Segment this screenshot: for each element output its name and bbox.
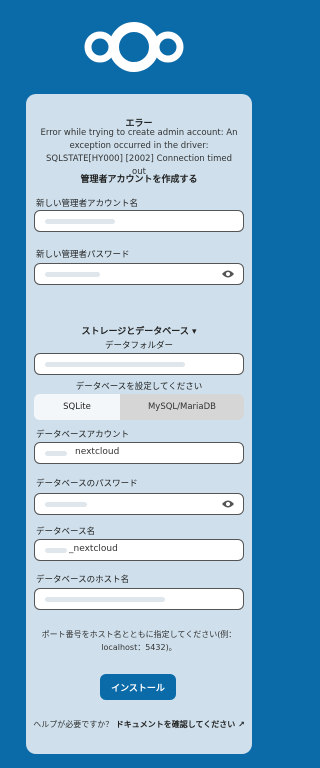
redacted-value: [45, 451, 67, 456]
db-account-input[interactable]: nextcloud: [34, 442, 244, 464]
redacted-value: [45, 597, 165, 602]
db-name-input[interactable]: _nextcloud: [34, 539, 244, 561]
help-line: ヘルプが必要ですか？ ドキュメントを確認してください ↗: [26, 719, 252, 730]
db-account-label: データベースアカウント: [36, 430, 130, 440]
admin-section-title: 管理者アカウントを作成する: [80, 175, 198, 185]
admin-password-label: 新しい管理者パスワード: [36, 250, 130, 260]
storage-section-toggle[interactable]: ストレージとデータベース ▾: [26, 324, 252, 337]
db-name-label: データベース名: [36, 527, 96, 537]
db-option-sqlite[interactable]: SQLite: [34, 394, 120, 420]
db-password-label: データベースのパスワード: [36, 479, 138, 489]
admin-username-input[interactable]: [34, 210, 244, 232]
nextcloud-logo: [84, 22, 184, 72]
data-folder-label: データフォルダー: [104, 341, 173, 351]
db-password-input[interactable]: [34, 493, 244, 515]
db-host-label: データベースのホスト名: [36, 575, 130, 585]
admin-password-input[interactable]: [34, 263, 244, 285]
redacted-value: [45, 548, 67, 553]
setup-card: エラー Error while trying to create admin a…: [26, 94, 252, 754]
redacted-value: [45, 272, 100, 277]
db-config-label: データベースを設定してください: [75, 382, 203, 392]
redacted-value: [45, 219, 115, 224]
db-host-input[interactable]: [34, 588, 244, 610]
docs-link[interactable]: ドキュメントを確認してください ↗: [116, 720, 245, 729]
db-name-value: _nextcloud: [69, 544, 118, 554]
db-type-selector: SQLite MySQL/MariaDB: [34, 394, 244, 420]
help-question: ヘルプが必要ですか？: [33, 720, 114, 729]
admin-username-label: 新しい管理者アカウント名: [36, 199, 139, 209]
show-password-icon[interactable]: [221, 499, 235, 509]
install-button[interactable]: インストール: [100, 674, 176, 700]
db-option-mysql[interactable]: MySQL/MariaDB: [120, 394, 244, 420]
redacted-value: [45, 362, 185, 367]
port-hint: ポート番号をホスト名とともに指定してください(例：localhost：5432)…: [41, 630, 237, 652]
redacted-value: [45, 502, 87, 507]
db-account-value: nextcloud: [75, 447, 120, 457]
data-folder-input[interactable]: [34, 353, 244, 375]
show-password-icon[interactable]: [221, 269, 235, 279]
